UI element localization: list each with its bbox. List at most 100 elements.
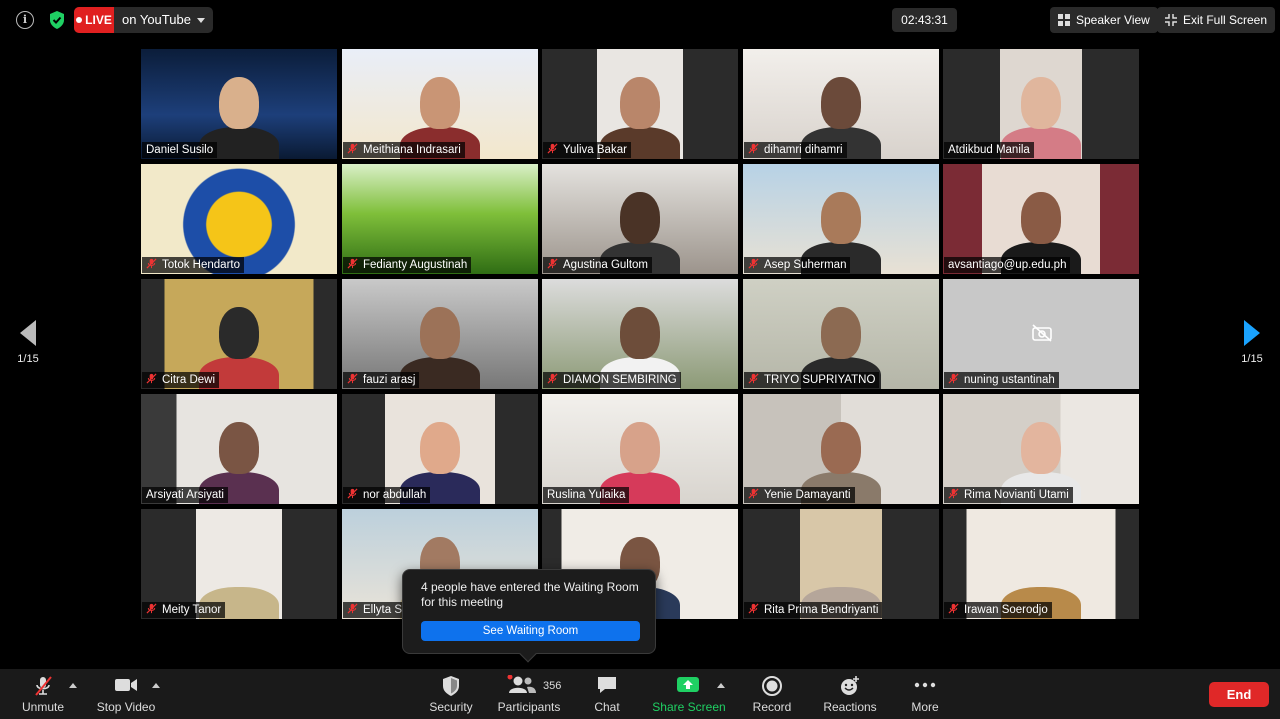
security-button[interactable]: Security [424, 669, 478, 719]
participant-name-label: Rita Prima Bendriyanti [744, 602, 883, 618]
share-screen-label: Share Screen [652, 700, 726, 714]
muted-mic-icon [347, 373, 358, 384]
stop-video-label: Stop Video [96, 700, 156, 714]
participant-name-label: Ruslina Yulaika [543, 487, 630, 503]
participant-video-tile[interactable]: Atdikbud Manila [943, 49, 1139, 159]
participant-video-tile[interactable]: Agustina Gultom [542, 164, 738, 274]
speaker-view-button[interactable]: Speaker View [1050, 7, 1158, 33]
participant-name: Rita Prima Bendriyanti [764, 604, 879, 616]
participant-face [1021, 192, 1061, 244]
participant-video-tile[interactable]: Totok Hendarto [141, 164, 337, 274]
participant-name-label: Atdikbud Manila [944, 142, 1034, 158]
previous-page-button[interactable]: 1/15 [8, 320, 48, 365]
participant-video-tile[interactable]: Fedianty Augustinah [342, 164, 538, 274]
unmute-button[interactable]: Unmute [14, 669, 72, 719]
more-button[interactable]: More [905, 669, 945, 719]
participant-name-label: avsantiago@up.edu.ph [944, 257, 1071, 273]
page-indicator-left: 1/15 [17, 353, 39, 365]
chevron-down-icon [197, 18, 205, 23]
participant-video-tile[interactable]: Irawan Soerodjo [943, 509, 1139, 619]
muted-mic-icon [547, 373, 558, 384]
participant-face [219, 422, 259, 474]
participants-button[interactable]: 356 Participants [494, 669, 564, 719]
participant-face [620, 422, 660, 474]
participant-video-tile[interactable]: TRIYO SUPRIYATNO [743, 279, 939, 389]
muted-mic-icon [948, 603, 959, 614]
participant-video-tile[interactable]: nor abdullah [342, 394, 538, 504]
participant-video-tile[interactable]: Citra Dewi [141, 279, 337, 389]
muted-mic-icon [146, 373, 157, 384]
share-options-caret-icon[interactable] [717, 683, 725, 688]
reactions-button[interactable]: Reactions [820, 669, 880, 719]
live-stream-menu[interactable]: LIVE on YouTube [74, 7, 213, 33]
muted-mic-icon [748, 603, 759, 614]
participant-video-tile[interactable]: Asep Suherman [743, 164, 939, 274]
participant-video-tile[interactable]: Daniel Susilo [141, 49, 337, 159]
participant-face [1021, 77, 1061, 129]
participant-video-tile[interactable]: fauzi arasj [342, 279, 538, 389]
participant-face [219, 77, 259, 129]
participant-video-tile[interactable]: Ruslina Yulaika [542, 394, 738, 504]
more-dots-icon [914, 682, 936, 688]
more-label: More [911, 700, 939, 714]
participant-name: Yuliva Bakar [563, 144, 627, 156]
microphone-muted-icon [35, 676, 52, 696]
participant-name: Daniel Susilo [146, 144, 214, 156]
participant-name-label: Yuliva Bakar [543, 142, 631, 158]
next-page-button[interactable]: 1/15 [1232, 320, 1272, 365]
participant-video-tile[interactable]: Rima Novianti Utami [943, 394, 1139, 504]
exit-full-screen-button[interactable]: Exit Full Screen [1157, 7, 1276, 33]
participant-video-tile[interactable]: avsantiago@up.edu.ph [943, 164, 1139, 274]
share-screen-button[interactable]: Share Screen [650, 669, 728, 719]
speaker-view-label: Speaker View [1076, 13, 1150, 27]
participant-name-label: Totok Hendarto [142, 257, 244, 273]
participant-face [420, 77, 460, 129]
participants-label: Participants [497, 700, 561, 714]
participant-video-tile[interactable]: Arsiyati Arsiyati [141, 394, 337, 504]
participant-name: Atdikbud Manila [948, 144, 1030, 156]
participant-name: avsantiago@up.edu.ph [948, 259, 1067, 271]
chat-button[interactable]: Chat [586, 669, 628, 719]
stop-video-button[interactable]: Stop Video [92, 669, 160, 719]
participant-video-tile[interactable]: nuning ustantinah [943, 279, 1139, 389]
encryption-shield-icon[interactable] [48, 10, 66, 30]
participant-name: Meithiana Indrasari [363, 144, 461, 156]
see-waiting-room-button[interactable]: See Waiting Room [421, 621, 640, 641]
security-shield-icon [443, 676, 459, 696]
live-badge: LIVE [74, 7, 114, 33]
participant-name-label: fauzi arasj [343, 372, 420, 388]
unmute-label: Unmute [21, 700, 65, 714]
reactions-label: Reactions [823, 700, 877, 714]
participant-name: Citra Dewi [162, 374, 216, 386]
muted-mic-icon [748, 258, 759, 269]
participant-face [620, 192, 660, 244]
participant-name: Agustina Gultom [563, 259, 649, 271]
participant-video-tile[interactable]: DIAMON SEMBIRING [542, 279, 738, 389]
exit-full-screen-label: Exit Full Screen [1183, 13, 1268, 27]
record-button[interactable]: Record [750, 669, 794, 719]
participant-name: dihamri dihamri [764, 144, 843, 156]
participant-video-tile[interactable]: dihamri dihamri [743, 49, 939, 159]
participant-face [1021, 422, 1061, 474]
participant-name-label: Agustina Gultom [543, 257, 653, 273]
participant-name-label: Meity Tanor [142, 602, 226, 618]
participant-video-tile[interactable]: Meithiana Indrasari [342, 49, 538, 159]
camera-off-icon [1032, 324, 1052, 342]
participant-name: Ruslina Yulaika [547, 489, 626, 501]
end-meeting-button[interactable]: End [1209, 682, 1269, 707]
participant-name-label: Asep Suherman [744, 257, 851, 273]
info-icon[interactable]: i [16, 11, 34, 29]
participant-name: Rima Novianti Utami [964, 489, 1069, 501]
participant-video-tile[interactable]: Yuliva Bakar [542, 49, 738, 159]
participant-video-tile[interactable]: Rita Prima Bendriyanti [743, 509, 939, 619]
muted-mic-icon [347, 488, 358, 499]
participant-name-label: dihamri dihamri [744, 142, 847, 158]
share-screen-icon [677, 677, 699, 692]
participant-name-label: TRIYO SUPRIYATNO [744, 372, 880, 388]
video-options-caret-icon[interactable] [152, 683, 160, 688]
audio-options-caret-icon[interactable] [69, 683, 77, 688]
participant-name: nuning ustantinah [964, 374, 1055, 386]
participant-video-tile[interactable]: Yenie Damayanti [743, 394, 939, 504]
muted-mic-icon [347, 258, 358, 269]
participant-video-tile[interactable]: Meity Tanor [141, 509, 337, 619]
